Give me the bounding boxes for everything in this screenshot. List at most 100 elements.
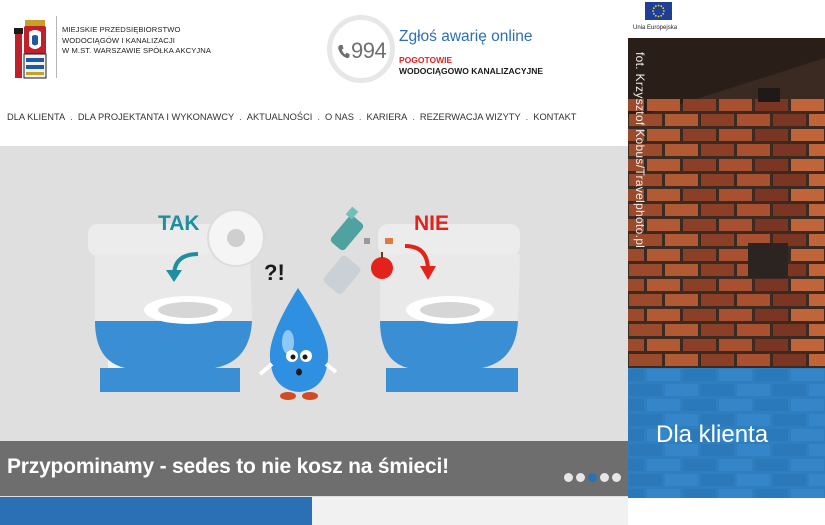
emergency-phone[interactable]: 994 [337,38,387,64]
nav-item-o-nas[interactable]: O NAS [325,112,354,122]
brick [791,489,824,498]
brick [719,309,752,321]
brick [755,339,788,351]
nav-item-aktualnosci[interactable]: AKTUALNOŚCI [247,112,313,122]
brick [683,279,716,291]
main-nav: DLA KLIENTA . DLA PROJEKTANTA I WYKONAWC… [7,112,576,122]
brick [628,429,644,441]
brick [665,294,698,306]
brick [628,309,644,321]
brick [773,354,806,366]
brick [809,204,825,216]
slider-dot[interactable] [564,473,573,482]
eu-flag-icon[interactable] [645,2,672,20]
brick [737,324,770,336]
brick [719,339,752,351]
brick [719,369,752,381]
brick [719,159,752,171]
brick [737,474,770,486]
brick [665,324,698,336]
brick [773,414,806,426]
brick [683,129,716,141]
brick [701,264,734,276]
phone-icon [338,44,350,58]
brick [773,174,806,186]
brick [773,144,806,156]
brick [791,309,824,321]
client-tile-title[interactable]: Dla klienta [656,421,768,449]
slider-dot-active[interactable] [588,473,597,482]
brick [737,384,770,396]
brick [647,279,680,291]
company-name: MIEJSKIE PRZEDSIĘBIORSTWO WODOCIĄGÓW I K… [62,25,211,57]
brick [701,354,734,366]
nav-item-dla-projektanta[interactable]: DLA PROJEKTANTA I WYKONAWCY [78,112,234,122]
brick [719,279,752,291]
brick [791,399,824,411]
nav-item-dla-klienta[interactable]: DLA KLIENTA [7,112,65,122]
hero-slider[interactable]: TAK NIE ?! Przypominamy - sedes to nie k… [0,146,628,497]
brick [665,204,698,216]
brick [791,459,824,471]
brick [629,474,662,486]
brick [683,339,716,351]
brick [719,129,752,141]
brick [719,459,752,471]
nav-separator: . [239,112,242,122]
brick [683,459,716,471]
brick [809,174,825,186]
bottom-panel-gray[interactable] [312,497,628,525]
brick [809,354,825,366]
nav-item-kariera[interactable]: KARIERA [367,112,408,122]
brick [628,369,644,381]
brick [647,339,680,351]
slider-dot[interactable] [576,473,585,482]
nav-item-rezerwacja-wizyty[interactable]: REZERWACJA WIZYTY [420,112,521,122]
brick [755,279,788,291]
brick [719,489,752,498]
brick [683,309,716,321]
label-yes: TAK [158,212,200,235]
nav-separator: . [317,112,320,122]
brick [809,294,825,306]
brick [719,399,752,411]
brick [701,174,734,186]
brick [737,354,770,366]
nav-item-kontakt[interactable]: KONTAKT [533,112,576,122]
brick [719,189,752,201]
brick [755,219,788,231]
cigarette-icon [364,238,370,244]
logo-divider [56,16,57,78]
brick [773,114,806,126]
slider-dot[interactable] [612,473,621,482]
bottom-panel-blue[interactable] [0,497,312,525]
brick [628,489,644,498]
brick [701,324,734,336]
brick [629,294,662,306]
brick [629,384,662,396]
brick [809,234,825,246]
emergency-label: POGOTOWIE [399,55,453,65]
phone-number: 994 [351,38,387,63]
brick [791,189,824,201]
brick [737,114,770,126]
slider-dot[interactable] [600,473,609,482]
brick [755,399,788,411]
brick [701,234,734,246]
slide-caption[interactable]: Przypominamy - sedes to nie kosz na śmie… [7,455,449,479]
brick [791,99,824,111]
nav-separator: . [70,112,73,122]
mpwik-logo[interactable] [12,16,54,84]
brick [773,294,806,306]
brick [809,114,825,126]
brick [647,189,680,201]
brick [683,489,716,498]
slide-caption-bar: Przypominamy - sedes to nie kosz na śmie… [0,441,628,496]
brick [665,384,698,396]
brick [755,459,788,471]
brick [701,384,734,396]
brick [701,204,734,216]
lamp-icon [758,88,780,102]
report-failure-link[interactable]: Zgłoś awarię online [399,28,533,46]
brick [628,339,644,351]
